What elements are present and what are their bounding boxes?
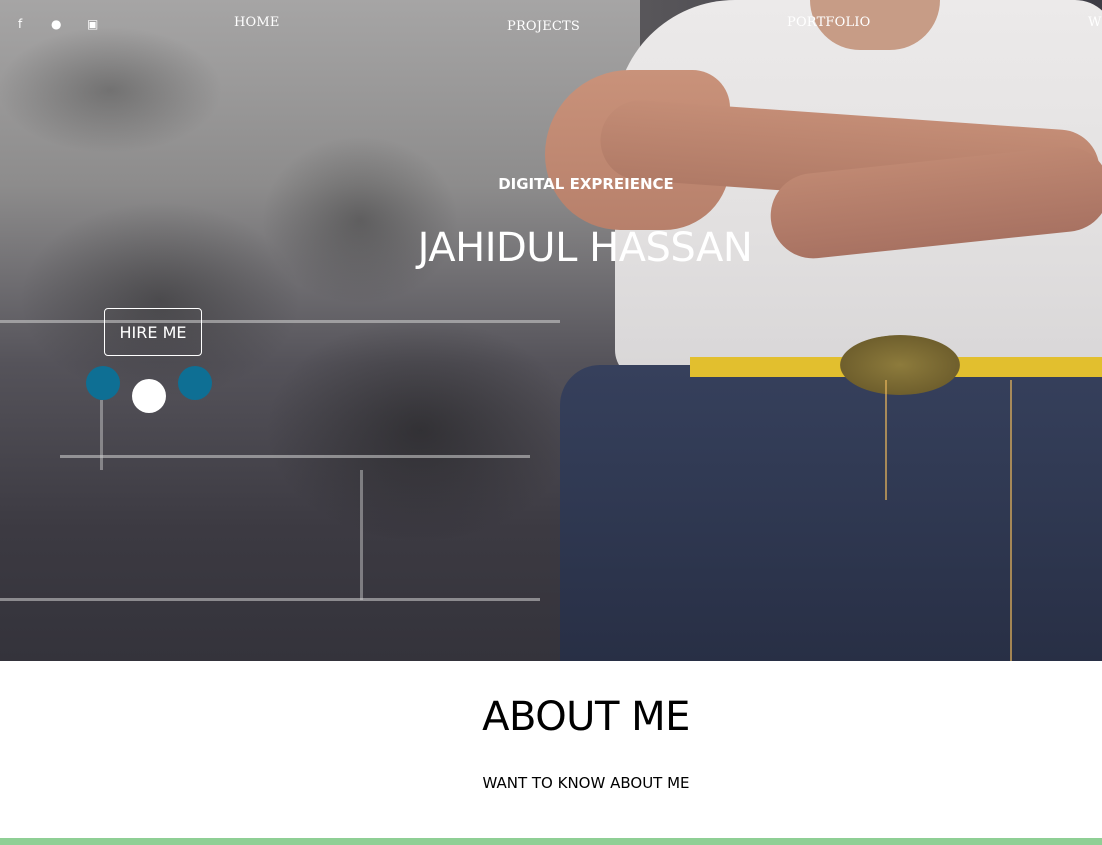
jeans-seam	[885, 380, 887, 500]
youtube-icon[interactable]: ▣	[87, 16, 98, 32]
nav-overflow-link[interactable]: W	[1088, 15, 1102, 30]
nav-projects-link[interactable]: PROJECTS	[507, 19, 580, 34]
hero-person-image	[540, 0, 1102, 661]
facebook-icon[interactable]: f	[18, 16, 22, 32]
section-divider-bar	[0, 838, 1102, 845]
about-title: ABOUT ME	[482, 694, 690, 740]
slider-dot[interactable]	[178, 366, 212, 400]
belt-buckle-shape	[840, 335, 960, 395]
hero-subtitle: DIGITAL EXPREIENCE	[498, 175, 674, 193]
wall-line	[60, 455, 530, 458]
top-navigation: f ● ▣ HOME PROJECTS PORTFOLIO W	[0, 0, 1102, 50]
about-subtitle: WANT TO KNOW ABOUT ME	[482, 774, 690, 792]
wall-line	[0, 598, 540, 601]
wall-line	[100, 400, 103, 470]
jeans-seam	[1010, 380, 1012, 661]
nav-portfolio-link[interactable]: PORTFOLIO	[787, 15, 871, 30]
nav-home-link[interactable]: HOME	[234, 15, 280, 30]
slider-dot[interactable]	[132, 379, 166, 413]
hero-title: JAHIDUL HASSAN	[417, 225, 753, 271]
hire-me-button[interactable]: HIRE ME	[104, 308, 202, 356]
wall-line	[0, 320, 560, 323]
wall-line	[360, 470, 363, 600]
slider-dot[interactable]	[86, 366, 120, 400]
snapchat-icon[interactable]: ●	[51, 16, 61, 32]
jeans-shape	[560, 365, 1102, 661]
